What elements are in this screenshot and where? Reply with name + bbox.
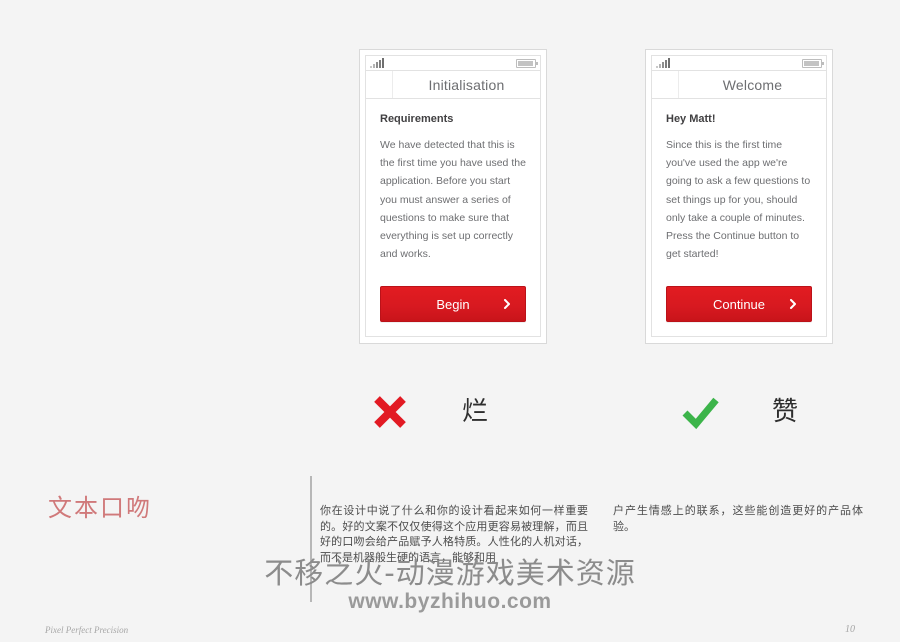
screen-content: Hey Matt! Since this is the first time y…: [651, 99, 827, 337]
continue-button[interactable]: Continue: [666, 286, 812, 322]
check-mark-icon: [682, 397, 719, 430]
status-bar: [651, 55, 827, 70]
verdict-good-label: 赞: [772, 397, 799, 427]
verdict-bad-label: 烂: [462, 397, 489, 427]
phone-screen-container: Welcome Hey Matt! Since this is the firs…: [651, 55, 827, 337]
cross-mark-icon: [374, 396, 406, 428]
navigation-bar: Initialisation: [365, 70, 541, 99]
battery-icon: [802, 58, 824, 68]
signal-bars-icon: [656, 57, 670, 68]
page-number: 10: [845, 624, 855, 635]
navigation-bar: Welcome: [651, 70, 827, 99]
phone-mockup-good: Welcome Hey Matt! Since this is the firs…: [645, 49, 833, 344]
screen-content: Requirements We have detected that this …: [365, 99, 541, 337]
screen-body-text: Since this is the first time you've used…: [666, 139, 811, 261]
begin-button-label: Begin: [436, 296, 470, 312]
screen-heading: Hey Matt!: [666, 113, 716, 125]
status-bar: [365, 55, 541, 70]
signal-bars-icon: [370, 57, 384, 68]
watermark-url: www.byzhihuo.com: [348, 590, 552, 614]
annotation-column-left: 你在设计中说了什么和你的设计看起来如何一样重要的。好的文案不仅仅使得这个应用更容…: [320, 504, 588, 564]
continue-button-label: Continue: [712, 296, 766, 312]
chevron-right-icon: [790, 299, 796, 309]
vertical-divider: [310, 476, 312, 602]
begin-button[interactable]: Begin: [380, 286, 526, 322]
screen-heading: Requirements: [380, 113, 454, 125]
nav-title: Welcome: [722, 76, 783, 93]
phone-mockup-bad: Initialisation Requirements We have dete…: [359, 49, 547, 344]
phone-screen-container: Initialisation Requirements We have dete…: [365, 55, 541, 337]
screen-body-text: We have detected that this is the first …: [380, 139, 526, 261]
nav-back-slot[interactable]: [652, 71, 679, 98]
verdict-bad: 烂: [370, 392, 488, 432]
verdict-good: 赞: [680, 392, 798, 432]
annotation-column-right: 户产生情感上的联系，这些能创造更好的产品体验。: [613, 504, 863, 533]
slide-canvas: Initialisation Requirements We have dete…: [0, 0, 900, 642]
nav-title: Initialisation: [428, 76, 505, 93]
footer-title: Pixel Perfect Precision: [45, 625, 129, 635]
battery-icon: [516, 58, 538, 68]
watermark: 不移之火-动漫游戏美术资源 www.byzhihuo.com: [0, 558, 900, 614]
section-heading: 文本口吻: [48, 494, 152, 522]
chevron-right-icon: [504, 299, 510, 309]
nav-back-slot[interactable]: [366, 71, 393, 98]
